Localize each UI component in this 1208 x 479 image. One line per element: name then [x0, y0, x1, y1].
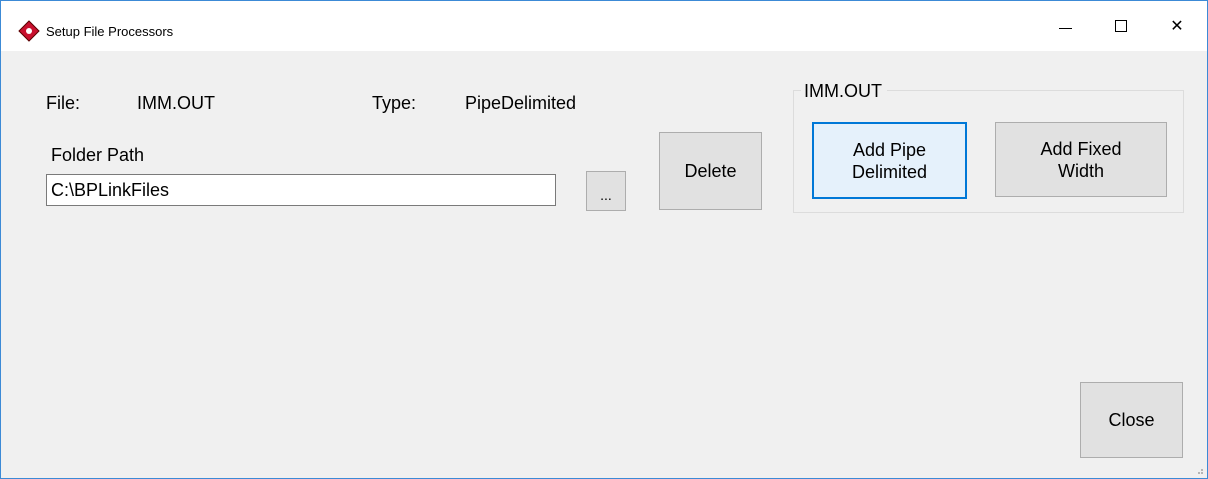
type-label: Type: — [372, 93, 417, 113]
add-fixed-label-line1: Add Fixed — [1040, 138, 1122, 159]
file-value: IMM.OUT — [137, 93, 215, 113]
title-bar[interactable]: Setup File Processors ✕ — [1, 1, 1207, 51]
delete-button[interactable]: Delete — [659, 132, 762, 210]
minimize-button[interactable] — [1037, 1, 1093, 51]
minimize-icon — [1058, 27, 1072, 29]
browse-folder-button[interactable]: ... — [586, 171, 626, 211]
close-button[interactable]: Close — [1080, 382, 1183, 458]
maximize-icon — [1115, 20, 1127, 32]
folder-path-input[interactable] — [46, 174, 556, 206]
file-label: File: — [46, 93, 81, 113]
add-fixed-width-button[interactable]: Add Fixed Width — [995, 122, 1167, 197]
add-pipe-label-line1: Add Pipe — [852, 139, 927, 160]
close-icon: ✕ — [1170, 18, 1184, 35]
window-title: Setup File Processors — [46, 24, 174, 39]
window-close-button[interactable]: ✕ — [1149, 1, 1205, 51]
type-value: PipeDelimited — [465, 93, 577, 113]
folder-path-label: Folder Path — [51, 145, 145, 165]
app-icon — [18, 20, 40, 42]
add-fixed-label-line2: Width — [1057, 160, 1104, 181]
add-pipe-label-line2: Delimited — [851, 161, 928, 182]
setup-file-processors-window: Setup File Processors ✕ File: IMM.OUT Ty… — [0, 0, 1208, 479]
maximize-button[interactable] — [1093, 1, 1149, 51]
resize-grip-icon[interactable] — [1194, 465, 1204, 475]
group-title: IMM.OUT — [801, 81, 887, 102]
add-pipe-delimited-button[interactable]: Add Pipe Delimited — [812, 122, 967, 199]
